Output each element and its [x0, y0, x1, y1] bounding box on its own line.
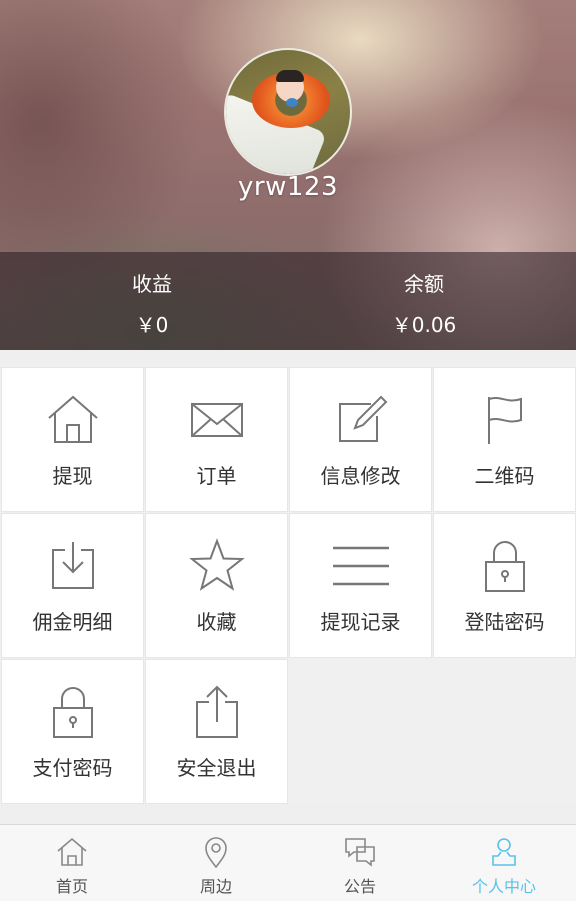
envelope-icon: [189, 392, 245, 448]
username: yrw123: [238, 172, 338, 202]
menu-item-logout[interactable]: 安全退出: [145, 659, 288, 804]
lock-icon: [477, 538, 533, 594]
edit-icon: [333, 392, 389, 448]
menu-item-payment-password[interactable]: 支付密码: [1, 659, 144, 804]
menu-item-withdraw-history[interactable]: 提现记录: [289, 513, 432, 658]
menu-item-commission[interactable]: 佣金明细: [1, 513, 144, 658]
menu-label: 订单: [196, 464, 237, 488]
income-stat[interactable]: 收益 ￥0: [52, 268, 252, 338]
menu-label: 提现记录: [320, 610, 401, 634]
flag-icon: [477, 392, 533, 448]
download-icon: [45, 538, 101, 594]
list-icon: [332, 538, 389, 594]
balance-stat[interactable]: 余额 ￥0.06: [324, 268, 524, 338]
menu-label: 提现: [52, 464, 93, 488]
profile-header: yrw123 收益 ￥0 余额 ￥0.06: [0, 0, 576, 350]
avatar[interactable]: [224, 48, 352, 176]
menu-label: 安全退出: [176, 756, 257, 780]
home-icon: [55, 835, 89, 869]
home-icon: [45, 392, 101, 448]
menu-item-edit-info[interactable]: 信息修改: [289, 367, 432, 512]
star-icon: [188, 538, 245, 594]
account-stats: 收益 ￥0 余额 ￥0.06: [0, 252, 576, 350]
menu-item-orders[interactable]: 订单: [145, 367, 288, 512]
menu-item-favorites[interactable]: 收藏: [145, 513, 288, 658]
menu-label: 支付密码: [32, 756, 113, 780]
balance-value: ￥0.06: [391, 313, 457, 337]
menu-label: 登陆密码: [464, 610, 545, 634]
income-value: ￥0: [135, 313, 169, 337]
tab-label: 个人中心: [471, 877, 536, 896]
menu-item-login-password[interactable]: 登陆密码: [433, 513, 576, 658]
share-icon: [189, 684, 245, 740]
menu-grid: 提现 订单 信息修改 二维码 佣金明细 收藏 提现记录 登陆密码 支付密码 安全…: [0, 366, 576, 804]
tab-profile[interactable]: 个人中心: [432, 825, 576, 901]
tab-home[interactable]: 首页: [0, 825, 144, 901]
balance-label: 余额: [404, 272, 444, 296]
tab-label: 首页: [55, 877, 88, 896]
menu-label: 收藏: [196, 610, 237, 634]
menu-item-withdraw[interactable]: 提现: [1, 367, 144, 512]
location-pin-icon: [199, 835, 233, 869]
menu-label: 佣金明细: [32, 610, 113, 634]
user-icon: [487, 835, 521, 869]
menu-label: 信息修改: [320, 464, 401, 488]
menu-label: 二维码: [474, 464, 535, 488]
tab-nearby[interactable]: 周边: [144, 825, 288, 901]
tab-label: 周边: [199, 877, 232, 896]
lock-icon: [45, 684, 101, 740]
income-label: 收益: [132, 272, 172, 296]
bottom-tab-bar: 首页 周边 公告 个人中心: [0, 824, 576, 901]
chat-bubbles-icon: [343, 835, 377, 869]
tab-label: 公告: [343, 877, 376, 896]
tab-announcements[interactable]: 公告: [288, 825, 432, 901]
menu-item-qrcode[interactable]: 二维码: [433, 367, 576, 512]
